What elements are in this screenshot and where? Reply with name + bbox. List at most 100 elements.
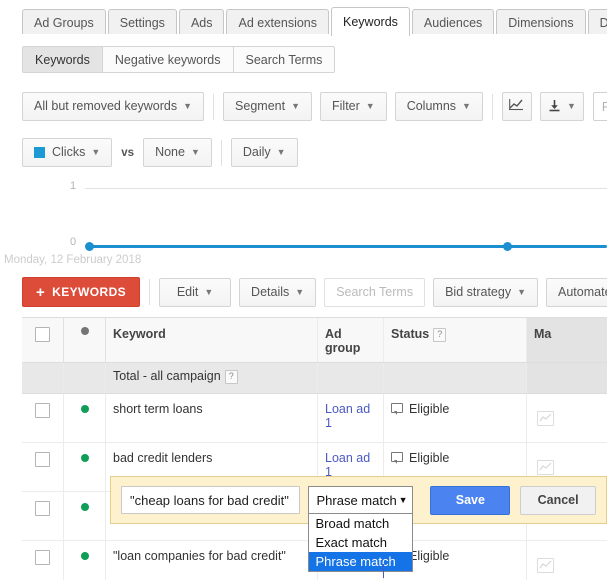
- row-max-cpc-cell[interactable]: [527, 394, 607, 442]
- row-ad-group-cell[interactable]: Loan ad 1: [318, 394, 384, 442]
- secondary-metric-label: None: [155, 145, 185, 159]
- edit-dropdown[interactable]: Edit ▼: [159, 277, 232, 307]
- row-max-cpc-cell[interactable]: [527, 541, 607, 580]
- google-ads-keywords-page: Ad Groups Settings Ads Ad extensions Key…: [0, 0, 607, 580]
- y-axis-tick-bottom: 0: [70, 236, 77, 248]
- status-dot-header-cell: [64, 318, 106, 362]
- header-keyword[interactable]: Keyword: [106, 318, 318, 362]
- row-checkbox[interactable]: [35, 501, 50, 516]
- header-max-cpc[interactable]: Ma: [527, 318, 607, 362]
- y-axis-tick-top: 1: [70, 180, 77, 192]
- search-input[interactable]: Find: [592, 92, 607, 121]
- select-all-checkbox[interactable]: [35, 327, 50, 342]
- total-ad-group-cell: [318, 363, 384, 393]
- sparkline-icon[interactable]: [537, 410, 554, 426]
- chart-data-point[interactable]: [503, 242, 512, 251]
- tab-ad-groups[interactable]: Ad Groups: [22, 9, 106, 36]
- row-checkbox-cell[interactable]: [22, 492, 64, 540]
- row-checkbox-cell[interactable]: [22, 541, 64, 580]
- match-type-select[interactable]: Phrase match ▼: [308, 486, 414, 514]
- row-checkbox[interactable]: [35, 550, 50, 565]
- secondary-metric-dropdown[interactable]: None ▼: [143, 138, 212, 167]
- status-dot-icon: [80, 405, 89, 413]
- help-icon[interactable]: ?: [433, 328, 447, 342]
- total-label-cell: Total - all campaign?: [106, 363, 318, 393]
- tab-audiences[interactable]: Audiences: [411, 9, 495, 36]
- granularity-dropdown[interactable]: Daily ▼: [230, 138, 298, 167]
- row-keyword-cell[interactable]: short term loans: [106, 394, 318, 442]
- row-keyword-cell[interactable]: "loan companies for bad credit": [106, 541, 318, 580]
- ad-group-link[interactable]: Loan ad 1: [325, 451, 370, 479]
- status-dot-icon: [80, 327, 89, 335]
- total-checkbox-cell: [22, 363, 64, 393]
- chevron-down-icon: ▼: [517, 286, 527, 297]
- chevron-down-icon: ▼: [398, 495, 408, 505]
- automate-label: Automate: [558, 284, 607, 299]
- chart-series-line: [88, 245, 607, 248]
- chart-toggle-button[interactable]: [501, 92, 532, 121]
- match-type-option-phrase[interactable]: Phrase match: [309, 552, 413, 571]
- details-label: Details: [251, 284, 290, 299]
- total-max-cpc-cell: [527, 363, 607, 393]
- automate-dropdown[interactable]: Automate ▼: [546, 277, 607, 307]
- keyword-text: bad credit lenders: [113, 451, 213, 465]
- columns-dropdown[interactable]: Columns ▼: [394, 92, 483, 121]
- performance-chart: 1 0 Monday, 12 February 2018: [0, 176, 607, 272]
- save-button[interactable]: Save: [430, 485, 511, 515]
- sparkline-icon[interactable]: [537, 557, 554, 573]
- match-type-option-broad[interactable]: Broad match: [309, 514, 412, 533]
- search-placeholder: Find: [601, 99, 607, 114]
- table-header-row: Keyword Ad group Status? Ma: [22, 318, 607, 363]
- toolbar-divider: [220, 139, 222, 166]
- header-ad-group[interactable]: Ad group: [318, 318, 384, 362]
- primary-metric-dropdown[interactable]: Clicks ▼: [22, 138, 113, 167]
- keyword-text: "loan companies for bad credit": [113, 549, 286, 563]
- tab-label: Ads: [190, 16, 213, 30]
- row-status-dot-cell: [64, 492, 106, 540]
- bid-strategy-dropdown[interactable]: Bid strategy ▼: [433, 277, 539, 307]
- tab-ad-extensions[interactable]: Ad extensions: [226, 9, 330, 36]
- add-keywords-button[interactable]: + KEYWORDS: [22, 277, 141, 307]
- tab-ads[interactable]: Ads: [178, 9, 225, 36]
- header-label: Keyword: [113, 327, 166, 341]
- toolbar-divider: [213, 93, 215, 120]
- download-icon: [548, 99, 561, 115]
- keyword-input[interactable]: "cheap loans for bad credit": [121, 486, 301, 514]
- ad-group-link[interactable]: Loan ad 1: [325, 402, 370, 430]
- segment-dropdown[interactable]: Segment ▼: [223, 92, 312, 121]
- row-checkbox[interactable]: [35, 403, 50, 418]
- status-filter-dropdown[interactable]: All but removed keywords ▼: [22, 92, 205, 121]
- match-type-option-exact[interactable]: Exact match: [309, 533, 412, 552]
- tab-label: Ad Groups: [34, 16, 94, 30]
- tab-label: Audiences: [423, 16, 483, 30]
- sparkline-icon[interactable]: [537, 459, 554, 475]
- download-button[interactable]: ▼: [539, 92, 584, 121]
- filter-dropdown[interactable]: Filter ▼: [320, 92, 387, 121]
- select-all-checkbox-cell[interactable]: [22, 318, 64, 362]
- chevron-down-icon: ▼: [291, 101, 300, 111]
- chart-data-point[interactable]: [85, 242, 94, 251]
- status-text: Eligible: [409, 549, 450, 563]
- tab-keywords[interactable]: Keywords: [331, 7, 410, 37]
- subtab-search-terms[interactable]: Search Terms: [232, 46, 336, 73]
- row-status-cell: Eligible: [384, 394, 527, 442]
- sub-tab-strip: Keywords Negative keywords Search Terms: [0, 34, 607, 81]
- match-type-selected-label: Phrase match: [316, 492, 397, 508]
- table-row[interactable]: short term loans Loan ad 1 Eligible: [22, 394, 607, 443]
- toolbar-divider: [491, 93, 493, 120]
- tab-display-network[interactable]: Disp: [587, 9, 607, 36]
- details-dropdown[interactable]: Details ▼: [239, 277, 317, 307]
- row-checkbox-cell[interactable]: [22, 443, 64, 491]
- help-icon[interactable]: ?: [224, 370, 238, 384]
- subtab-keywords[interactable]: Keywords: [22, 46, 102, 73]
- tab-settings[interactable]: Settings: [107, 9, 177, 36]
- cancel-button[interactable]: Cancel: [520, 485, 596, 515]
- tab-label: Dimensions: [508, 16, 574, 30]
- cancel-label: Cancel: [537, 493, 579, 507]
- metric-color-swatch: [34, 147, 45, 158]
- row-checkbox-cell[interactable]: [22, 394, 64, 442]
- row-checkbox[interactable]: [35, 452, 50, 467]
- header-status[interactable]: Status?: [384, 318, 527, 362]
- subtab-negative-keywords[interactable]: Negative keywords: [101, 46, 233, 73]
- tab-dimensions[interactable]: Dimensions: [496, 9, 586, 36]
